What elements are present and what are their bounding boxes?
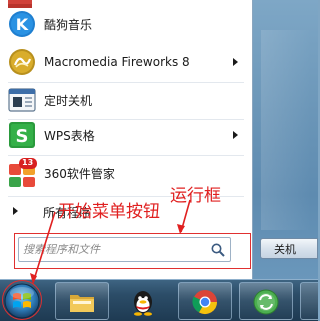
submenu-arrow-icon [233,58,238,66]
run-box-highlight [14,233,251,269]
menu-item-wps-spreadsheet[interactable]: S WPS表格 [0,116,252,154]
folder-icon [70,295,94,312]
wps-spreadsheet-icon: S [9,122,35,148]
notification-badge: 13 [22,158,34,167]
taskbar-qq[interactable] [116,282,170,320]
shutdown-label: 关机 [274,242,296,256]
taskbar-extra[interactable] [300,282,318,320]
taskbar-sync[interactable] [239,282,293,320]
menu-item-timer-shutdown[interactable]: 定时关机 [0,81,252,119]
timer-shutdown-icon [8,88,36,112]
menu-item-kugou[interactable]: K 酷狗音乐 [0,5,252,43]
menu-item-label: 酷狗音乐 [44,17,93,32]
submenu-arrow-icon [233,131,238,139]
sync-icon [253,289,279,315]
chrome-icon [192,290,217,315]
menu-item-label: 定时关机 [44,93,93,108]
annotation-start-menu-label: 开始菜单按钮 [58,202,160,222]
qq-icon [134,291,152,316]
svg-text:S: S [16,126,29,147]
annotation-run-box-label: 运行框 [170,186,221,206]
kugou-icon: K [9,11,35,37]
menu-item-label: Macromedia Fireworks 8 [44,55,190,69]
expand-arrow-icon [13,207,18,215]
taskbar-folder[interactable] [55,282,109,320]
shutdown-button[interactable]: 关机 [260,238,318,259]
taskbar [0,279,318,321]
fireworks-icon [9,49,35,75]
menu-item-label: WPS表格 [44,128,95,143]
taskbar-chrome[interactable] [178,282,232,320]
menu-item-fireworks[interactable]: Macromedia Fireworks 8 [0,43,252,81]
menu-item-label: 360软件管家 [44,166,115,181]
start-button-highlight [2,280,42,320]
svg-text:K: K [16,15,29,34]
